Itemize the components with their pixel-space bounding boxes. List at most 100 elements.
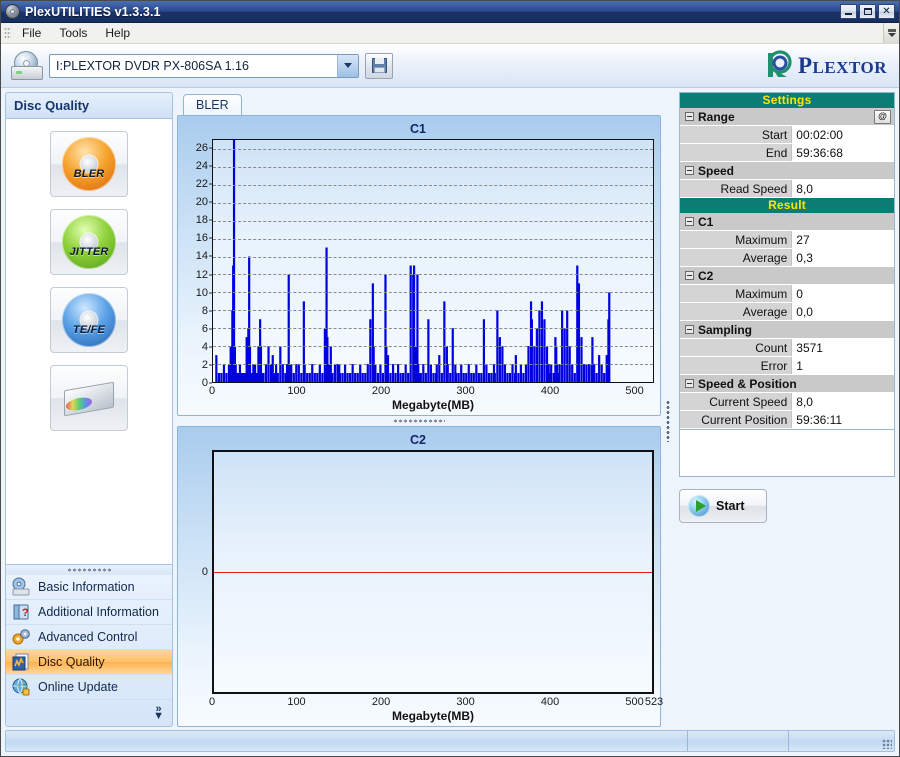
property-value[interactable]: 0,3 — [791, 249, 894, 266]
task-button-tefe[interactable]: TE/FE — [50, 287, 128, 353]
orange-disc-icon: BLER — [62, 137, 116, 191]
chart-c1-plot[interactable] — [212, 139, 654, 383]
property-value[interactable]: 1 — [791, 357, 894, 374]
y-tick-label: 18 — [195, 214, 208, 227]
play-icon — [688, 495, 710, 517]
collapse-icon[interactable] — [685, 271, 694, 280]
x-tick-label: 500 — [625, 696, 644, 708]
property-key: Maximum — [680, 285, 792, 302]
sidebar-item-online-update[interactable]: Online Update — [6, 675, 172, 700]
sidebar-item-additional-information[interactable]: ? Additional Information — [6, 600, 172, 625]
grid-line — [213, 310, 653, 312]
y-tick-label: 26 — [195, 142, 208, 155]
range-at-button[interactable]: @ — [874, 109, 891, 124]
task-button-label: TE/FE — [72, 324, 106, 336]
grid-line — [213, 184, 653, 186]
x-tick-label: 200 — [371, 696, 391, 708]
x-tick-label-end: 523 — [644, 696, 664, 708]
title-bar: PlexUTILITIES v1.3.3.1 ✕ — [1, 1, 899, 23]
close-button[interactable]: ✕ — [878, 4, 895, 19]
sidebar-expand-row[interactable]: » ▼ — [6, 700, 172, 726]
grid-line — [213, 274, 653, 276]
drive-select[interactable]: I:PLEXTOR DVDR PX-806SA 1.16 — [49, 53, 359, 78]
grid-line — [213, 238, 653, 240]
tab-bler[interactable]: BLER — [183, 94, 242, 115]
property-key: Read Speed — [680, 180, 792, 197]
property-group-c2[interactable]: C2 — [680, 267, 894, 285]
property-value[interactable]: 8,0 — [791, 393, 894, 410]
resize-grip-icon[interactable] — [882, 739, 892, 749]
property-value[interactable]: 00:02:00 — [791, 126, 894, 143]
task-button-bler[interactable]: BLER — [50, 131, 128, 197]
property-value[interactable]: 27 — [791, 231, 894, 248]
y-tick-label: 20 — [195, 196, 208, 209]
property-row: Current Position 59:36:11 — [680, 411, 894, 429]
property-value[interactable]: 3571 — [791, 339, 894, 356]
menu-drag-grip[interactable] — [4, 27, 11, 39]
collapse-icon[interactable] — [685, 217, 694, 226]
start-button[interactable]: Start — [679, 489, 767, 523]
property-row: Error 1 — [680, 357, 894, 375]
save-button[interactable] — [365, 52, 393, 79]
grid-line — [213, 256, 653, 258]
property-group-speed[interactable]: Speed — [680, 162, 894, 180]
sidebar-item-basic-information[interactable]: Basic Information — [6, 575, 172, 600]
property-key: Start — [680, 126, 792, 143]
task-pane: BLER JITTER TE/FE — [5, 118, 173, 565]
sidebar-item-label: Advanced Control — [38, 630, 138, 644]
y-tick-label: 8 — [201, 304, 208, 317]
chevrons-down-icon[interactable]: » ▼ — [153, 704, 164, 722]
collapse-icon[interactable] — [685, 112, 694, 121]
y-tick-label: 0 — [201, 377, 208, 389]
chart-splitter-vertical[interactable] — [661, 115, 675, 727]
chart-c2-y-axis: 0 — [182, 450, 212, 694]
chart-c2-plot[interactable] — [212, 450, 654, 694]
property-value[interactable]: 8,0 — [791, 180, 894, 197]
task-button-jitter[interactable]: JITTER — [50, 209, 128, 275]
plextor-logo: PLEXTOR — [764, 50, 887, 80]
window-controls: ✕ — [840, 4, 897, 19]
chart-c2-title: C2 — [410, 433, 426, 447]
property-grid: Settings Range @ Start 00:02:00 End 59:36:68 Sp… — [679, 92, 895, 430]
chart-splitter-horizontal[interactable] — [177, 416, 661, 426]
chart-c2-x-axis: 0 100 200 300 400 500 523 Megabyte(MB) — [182, 694, 663, 724]
property-group-c1[interactable]: C1 — [680, 213, 894, 231]
drive-info-icon — [10, 577, 32, 597]
settings-section-header: Settings — [680, 93, 894, 108]
menu-item-tools[interactable]: Tools — [50, 24, 96, 42]
property-key: Average — [680, 303, 792, 320]
property-grid-empty-area — [679, 430, 895, 477]
property-key: Count — [680, 339, 792, 356]
x-tick-label: 400 — [540, 696, 560, 708]
sidebar-item-label: Online Update — [38, 680, 118, 694]
property-value[interactable]: 59:36:68 — [791, 144, 894, 161]
property-group-sampling[interactable]: Sampling — [680, 321, 894, 339]
chart-c2-zero-line — [214, 572, 652, 573]
sidebar-item-label: Disc Quality — [38, 655, 105, 669]
sidebar-splitter[interactable] — [5, 565, 173, 575]
gears-icon — [10, 627, 32, 647]
collapse-icon[interactable] — [685, 166, 694, 175]
sidebar: Disc Quality BLER JITTER TE/FE Basic Inf… — [5, 92, 173, 727]
property-value[interactable]: 0 — [791, 285, 894, 302]
property-group-speed-position[interactable]: Speed & Position — [680, 375, 894, 393]
property-group-label: Speed — [698, 163, 735, 178]
menu-item-help[interactable]: Help — [96, 24, 139, 42]
chevron-down-icon[interactable] — [337, 54, 358, 77]
sidebar-item-advanced-control[interactable]: Advanced Control — [6, 625, 172, 650]
property-value[interactable]: 0,0 — [791, 303, 894, 320]
minimize-button[interactable] — [840, 4, 857, 19]
collapse-icon[interactable] — [685, 379, 694, 388]
maximize-button[interactable] — [859, 4, 876, 19]
y-tick-label: 12 — [195, 268, 208, 281]
y-tick-label: 14 — [195, 250, 208, 263]
plextor-mark-icon — [764, 50, 794, 80]
collapse-icon[interactable] — [685, 325, 694, 334]
sidebar-item-disc-quality[interactable]: Disc Quality — [6, 650, 172, 675]
task-button-drive[interactable] — [50, 365, 128, 431]
menu-item-file[interactable]: File — [13, 24, 50, 42]
property-group-range[interactable]: Range @ — [680, 108, 894, 126]
x-tick-label: 100 — [287, 385, 306, 397]
property-value[interactable]: 59:36:11 — [791, 411, 894, 428]
menu-overflow-icon[interactable] — [883, 23, 899, 43]
